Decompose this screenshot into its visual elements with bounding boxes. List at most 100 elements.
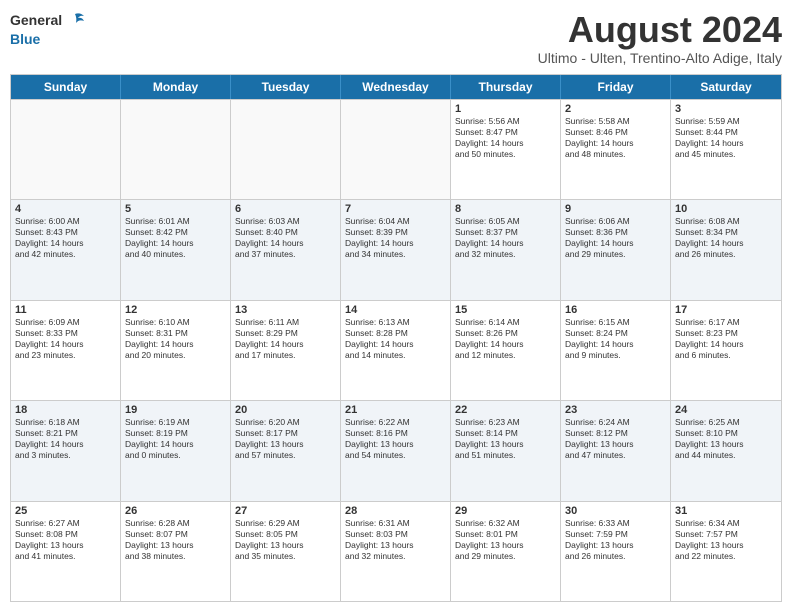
day-number-23: 23 [565, 404, 666, 416]
day-number-17: 17 [675, 304, 777, 316]
day-info-17: Sunrise: 6:17 AM Sunset: 8:23 PM Dayligh… [675, 317, 777, 361]
day-info-25: Sunrise: 6:27 AM Sunset: 8:08 PM Dayligh… [15, 518, 116, 562]
day-number-31: 31 [675, 505, 777, 517]
cal-cell-3-5: 23Sunrise: 6:24 AM Sunset: 8:12 PM Dayli… [561, 401, 671, 500]
logo-text: General Blue [10, 10, 86, 47]
cal-cell-2-5: 16Sunrise: 6:15 AM Sunset: 8:24 PM Dayli… [561, 301, 671, 400]
cal-cell-4-0: 25Sunrise: 6:27 AM Sunset: 8:08 PM Dayli… [11, 502, 121, 601]
cal-cell-2-1: 12Sunrise: 6:10 AM Sunset: 8:31 PM Dayli… [121, 301, 231, 400]
cal-row-2: 11Sunrise: 6:09 AM Sunset: 8:33 PM Dayli… [11, 300, 781, 400]
day-number-19: 19 [125, 404, 226, 416]
day-info-7: Sunrise: 6:04 AM Sunset: 8:39 PM Dayligh… [345, 216, 446, 260]
cal-cell-0-3 [341, 100, 451, 199]
cal-cell-4-1: 26Sunrise: 6:28 AM Sunset: 8:07 PM Dayli… [121, 502, 231, 601]
cal-cell-3-1: 19Sunrise: 6:19 AM Sunset: 8:19 PM Dayli… [121, 401, 231, 500]
day-info-20: Sunrise: 6:20 AM Sunset: 8:17 PM Dayligh… [235, 417, 336, 461]
calendar-header: Sunday Monday Tuesday Wednesday Thursday… [11, 75, 781, 99]
cal-cell-1-2: 6Sunrise: 6:03 AM Sunset: 8:40 PM Daylig… [231, 200, 341, 299]
cal-cell-4-4: 29Sunrise: 6:32 AM Sunset: 8:01 PM Dayli… [451, 502, 561, 601]
header: General Blue August 2024 Ultimo - Ulten,… [10, 10, 782, 66]
day-number-7: 7 [345, 203, 446, 215]
day-info-8: Sunrise: 6:05 AM Sunset: 8:37 PM Dayligh… [455, 216, 556, 260]
day-info-26: Sunrise: 6:28 AM Sunset: 8:07 PM Dayligh… [125, 518, 226, 562]
day-info-1: Sunrise: 5:56 AM Sunset: 8:47 PM Dayligh… [455, 116, 556, 160]
cal-cell-3-2: 20Sunrise: 6:20 AM Sunset: 8:17 PM Dayli… [231, 401, 341, 500]
day-number-29: 29 [455, 505, 556, 517]
cal-cell-2-2: 13Sunrise: 6:11 AM Sunset: 8:29 PM Dayli… [231, 301, 341, 400]
day-info-31: Sunrise: 6:34 AM Sunset: 7:57 PM Dayligh… [675, 518, 777, 562]
calendar-body: 1Sunrise: 5:56 AM Sunset: 8:47 PM Daylig… [11, 99, 781, 601]
day-number-4: 4 [15, 203, 116, 215]
page: General Blue August 2024 Ultimo - Ulten,… [0, 0, 792, 612]
cal-cell-0-4: 1Sunrise: 5:56 AM Sunset: 8:47 PM Daylig… [451, 100, 561, 199]
day-info-3: Sunrise: 5:59 AM Sunset: 8:44 PM Dayligh… [675, 116, 777, 160]
cal-cell-4-2: 27Sunrise: 6:29 AM Sunset: 8:05 PM Dayli… [231, 502, 341, 601]
day-info-30: Sunrise: 6:33 AM Sunset: 7:59 PM Dayligh… [565, 518, 666, 562]
day-number-25: 25 [15, 505, 116, 517]
day-number-24: 24 [675, 404, 777, 416]
day-info-21: Sunrise: 6:22 AM Sunset: 8:16 PM Dayligh… [345, 417, 446, 461]
cal-cell-2-6: 17Sunrise: 6:17 AM Sunset: 8:23 PM Dayli… [671, 301, 781, 400]
day-number-12: 12 [125, 304, 226, 316]
day-number-5: 5 [125, 203, 226, 215]
day-info-2: Sunrise: 5:58 AM Sunset: 8:46 PM Dayligh… [565, 116, 666, 160]
logo-general: General [10, 13, 62, 28]
cal-cell-3-6: 24Sunrise: 6:25 AM Sunset: 8:10 PM Dayli… [671, 401, 781, 500]
header-monday: Monday [121, 75, 231, 99]
day-info-15: Sunrise: 6:14 AM Sunset: 8:26 PM Dayligh… [455, 317, 556, 361]
day-number-10: 10 [675, 203, 777, 215]
cal-cell-2-0: 11Sunrise: 6:09 AM Sunset: 8:33 PM Dayli… [11, 301, 121, 400]
title-block: August 2024 Ultimo - Ulten, Trentino-Alt… [538, 10, 782, 66]
day-number-3: 3 [675, 103, 777, 115]
header-thursday: Thursday [451, 75, 561, 99]
cal-cell-4-5: 30Sunrise: 6:33 AM Sunset: 7:59 PM Dayli… [561, 502, 671, 601]
day-number-30: 30 [565, 505, 666, 517]
cal-cell-1-6: 10Sunrise: 6:08 AM Sunset: 8:34 PM Dayli… [671, 200, 781, 299]
day-number-27: 27 [235, 505, 336, 517]
day-info-18: Sunrise: 6:18 AM Sunset: 8:21 PM Dayligh… [15, 417, 116, 461]
day-number-2: 2 [565, 103, 666, 115]
cal-cell-1-1: 5Sunrise: 6:01 AM Sunset: 8:42 PM Daylig… [121, 200, 231, 299]
cal-cell-4-3: 28Sunrise: 6:31 AM Sunset: 8:03 PM Dayli… [341, 502, 451, 601]
day-number-18: 18 [15, 404, 116, 416]
cal-cell-3-3: 21Sunrise: 6:22 AM Sunset: 8:16 PM Dayli… [341, 401, 451, 500]
day-number-26: 26 [125, 505, 226, 517]
cal-cell-0-0 [11, 100, 121, 199]
header-friday: Friday [561, 75, 671, 99]
day-info-11: Sunrise: 6:09 AM Sunset: 8:33 PM Dayligh… [15, 317, 116, 361]
day-number-11: 11 [15, 304, 116, 316]
header-saturday: Saturday [671, 75, 781, 99]
cal-cell-1-5: 9Sunrise: 6:06 AM Sunset: 8:36 PM Daylig… [561, 200, 671, 299]
cal-cell-3-4: 22Sunrise: 6:23 AM Sunset: 8:14 PM Dayli… [451, 401, 561, 500]
logo-bird-icon [64, 10, 86, 32]
cal-cell-2-4: 15Sunrise: 6:14 AM Sunset: 8:26 PM Dayli… [451, 301, 561, 400]
day-number-16: 16 [565, 304, 666, 316]
day-info-23: Sunrise: 6:24 AM Sunset: 8:12 PM Dayligh… [565, 417, 666, 461]
header-tuesday: Tuesday [231, 75, 341, 99]
day-number-22: 22 [455, 404, 556, 416]
cal-cell-1-0: 4Sunrise: 6:00 AM Sunset: 8:43 PM Daylig… [11, 200, 121, 299]
day-number-14: 14 [345, 304, 446, 316]
day-number-20: 20 [235, 404, 336, 416]
day-info-22: Sunrise: 6:23 AM Sunset: 8:14 PM Dayligh… [455, 417, 556, 461]
cal-row-1: 4Sunrise: 6:00 AM Sunset: 8:43 PM Daylig… [11, 199, 781, 299]
cal-cell-0-5: 2Sunrise: 5:58 AM Sunset: 8:46 PM Daylig… [561, 100, 671, 199]
day-number-21: 21 [345, 404, 446, 416]
day-info-27: Sunrise: 6:29 AM Sunset: 8:05 PM Dayligh… [235, 518, 336, 562]
cal-cell-0-1 [121, 100, 231, 199]
day-info-5: Sunrise: 6:01 AM Sunset: 8:42 PM Dayligh… [125, 216, 226, 260]
day-info-6: Sunrise: 6:03 AM Sunset: 8:40 PM Dayligh… [235, 216, 336, 260]
day-info-12: Sunrise: 6:10 AM Sunset: 8:31 PM Dayligh… [125, 317, 226, 361]
cal-cell-1-4: 8Sunrise: 6:05 AM Sunset: 8:37 PM Daylig… [451, 200, 561, 299]
calendar: Sunday Monday Tuesday Wednesday Thursday… [10, 74, 782, 602]
day-number-15: 15 [455, 304, 556, 316]
day-info-24: Sunrise: 6:25 AM Sunset: 8:10 PM Dayligh… [675, 417, 777, 461]
cal-cell-3-0: 18Sunrise: 6:18 AM Sunset: 8:21 PM Dayli… [11, 401, 121, 500]
day-info-28: Sunrise: 6:31 AM Sunset: 8:03 PM Dayligh… [345, 518, 446, 562]
cal-cell-2-3: 14Sunrise: 6:13 AM Sunset: 8:28 PM Dayli… [341, 301, 451, 400]
cal-cell-4-6: 31Sunrise: 6:34 AM Sunset: 7:57 PM Dayli… [671, 502, 781, 601]
location: Ultimo - Ulten, Trentino-Alto Adige, Ita… [538, 50, 782, 66]
header-sunday: Sunday [11, 75, 121, 99]
day-number-8: 8 [455, 203, 556, 215]
cal-cell-0-2 [231, 100, 341, 199]
